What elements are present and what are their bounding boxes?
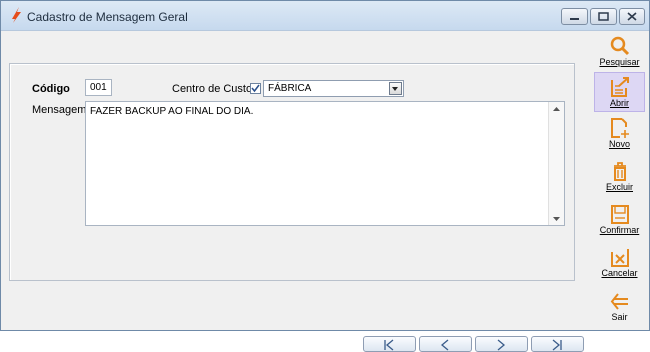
confirmar-button[interactable]: Confirmar (594, 200, 645, 240)
novo-button[interactable]: Novo (594, 114, 645, 154)
dropdown-button[interactable] (389, 82, 402, 95)
centro-custo-checkbox[interactable] (250, 83, 261, 94)
mensagem-label: Mensagem (32, 104, 87, 116)
sair-label: Sair (611, 312, 628, 322)
next-icon (497, 339, 506, 351)
abrir-label: Abrir (609, 98, 629, 108)
previous-icon (440, 339, 449, 351)
pesquisar-label: Pesquisar (599, 57, 640, 67)
window-title: Cadastro de Mensagem Geral (27, 10, 188, 24)
next-record-button[interactable] (475, 336, 528, 352)
search-icon (610, 36, 629, 56)
centro-custo-value: FÁBRICA (268, 83, 312, 94)
cancelar-button[interactable]: Cancelar (594, 243, 645, 283)
exit-arrow-icon (610, 293, 628, 310)
close-icon (627, 12, 637, 21)
codigo-label: Código (32, 83, 70, 95)
open-document-icon (610, 77, 629, 97)
last-icon (552, 339, 562, 351)
action-toolbar: Pesquisar Abrir Novo Excluir Confirmar C… (590, 31, 649, 330)
mensagem-text: FAZER BACKUP AO FINAL DO DIA. (90, 106, 254, 117)
centro-custo-select[interactable]: FÁBRICA (263, 80, 404, 97)
checkmark-icon (251, 84, 260, 93)
first-icon (384, 339, 394, 351)
abrir-button[interactable]: Abrir (594, 72, 645, 112)
excluir-button[interactable]: Excluir (594, 157, 645, 197)
codigo-field[interactable]: 001 (85, 79, 112, 96)
form-panel: Código 001 Centro de Custo FÁBRICA Mensa… (9, 63, 575, 281)
save-icon (610, 205, 629, 224)
minimize-button[interactable] (561, 8, 588, 25)
first-record-button[interactable] (363, 336, 416, 352)
previous-record-button[interactable] (419, 336, 472, 352)
new-document-icon (610, 118, 629, 138)
cancel-icon (610, 249, 629, 267)
vertical-scrollbar[interactable] (548, 102, 564, 225)
centro-custo-label: Centro de Custo (172, 83, 253, 95)
mensagem-textarea[interactable]: FAZER BACKUP AO FINAL DO DIA. (85, 101, 565, 226)
confirmar-label: Confirmar (599, 225, 640, 235)
title-bar: Cadastro de Mensagem Geral (1, 1, 649, 31)
maximize-button[interactable] (590, 8, 617, 25)
app-logo-icon (12, 7, 21, 23)
main-area: Código 001 Centro de Custo FÁBRICA Mensa… (1, 31, 589, 352)
cancelar-label: Cancelar (601, 268, 638, 278)
sair-button[interactable]: Sair (594, 287, 645, 327)
trash-icon (613, 162, 626, 181)
close-button[interactable] (619, 8, 645, 25)
maximize-icon (598, 12, 609, 21)
chevron-down-icon (392, 87, 398, 91)
main-window: Cadastro de Mensagem Geral Código 001 Ce… (0, 0, 650, 352)
minimize-icon (570, 18, 579, 20)
last-record-button[interactable] (531, 336, 584, 352)
novo-label: Novo (608, 139, 630, 149)
excluir-label: Excluir (605, 182, 633, 192)
pesquisar-button[interactable]: Pesquisar (594, 32, 645, 72)
scroll-arrows-icon (553, 107, 560, 221)
